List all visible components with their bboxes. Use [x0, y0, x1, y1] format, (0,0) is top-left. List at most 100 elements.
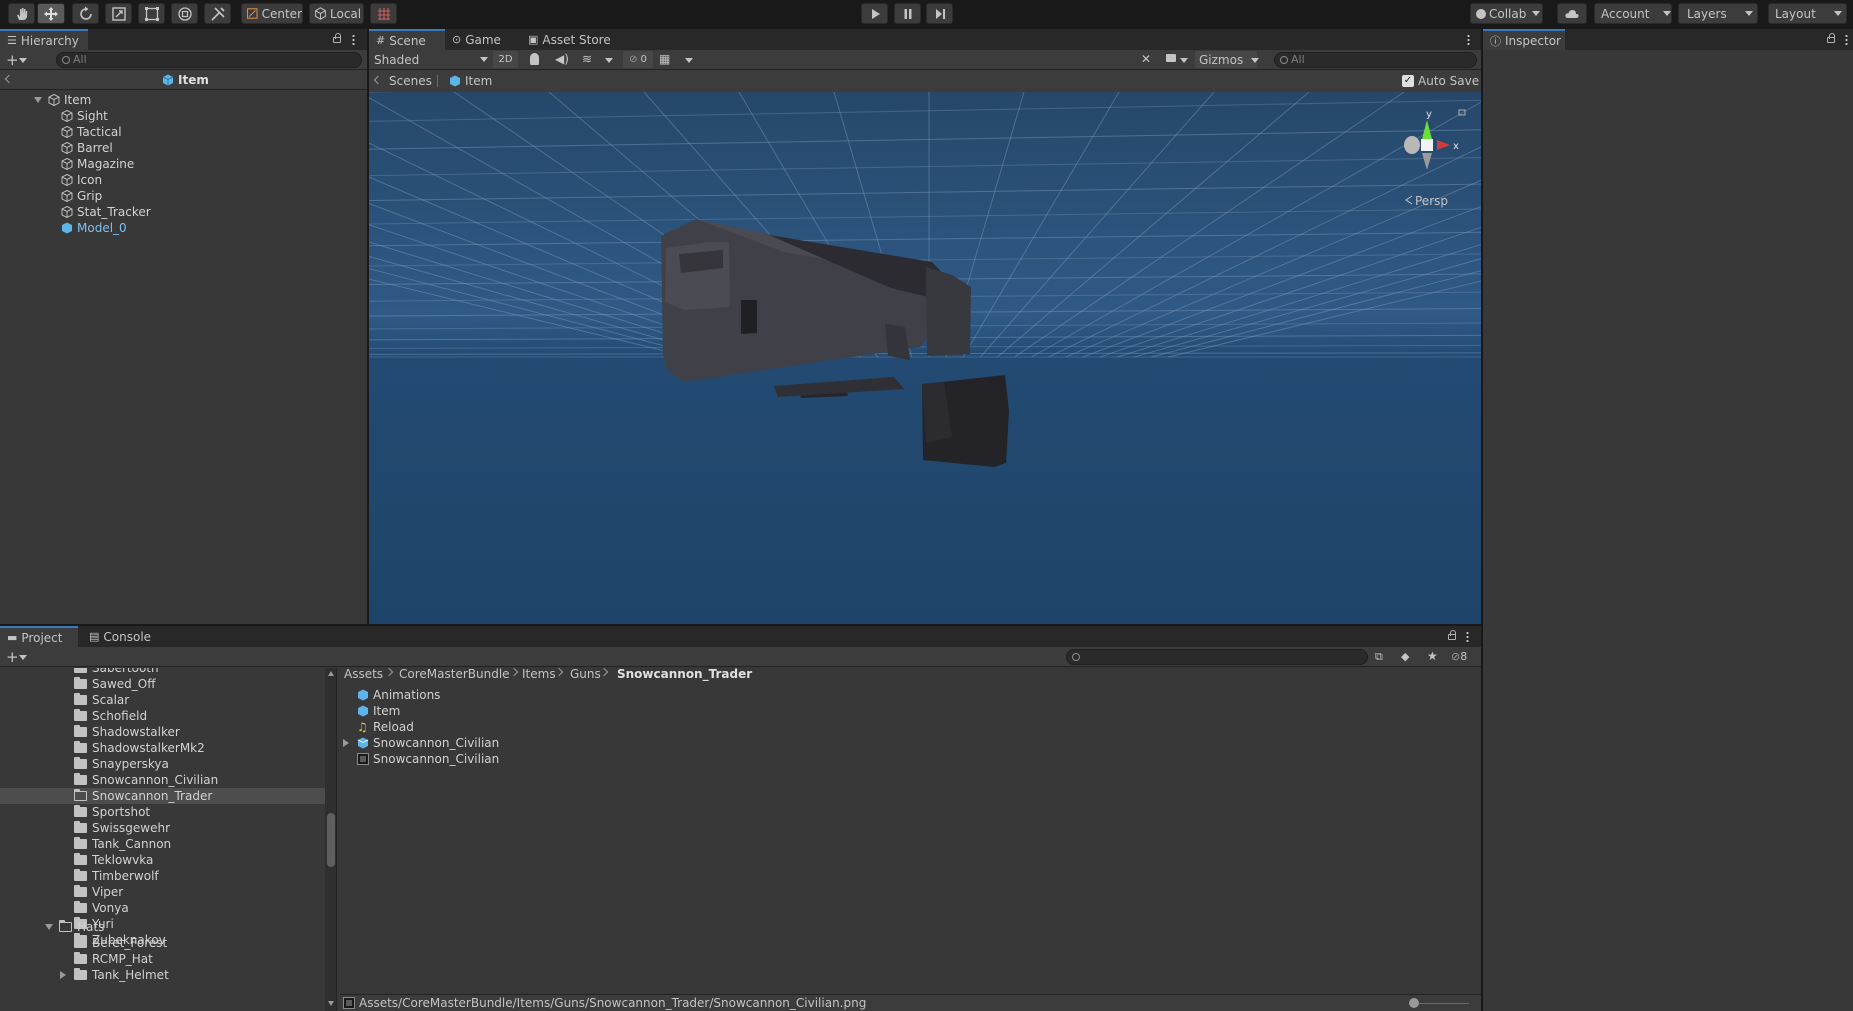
lighting-toggle-icon[interactable] — [530, 53, 539, 65]
folder-item[interactable]: Sawed_Off — [0, 676, 325, 692]
hierarchy-root-item[interactable]: Item — [34, 92, 91, 108]
add-icon[interactable]: + — [6, 51, 19, 69]
chevron-down-icon[interactable] — [605, 58, 613, 63]
rotate-tool-icon[interactable] — [72, 3, 99, 24]
hidden-objects-toggle[interactable]: ⊘ 0 — [623, 51, 653, 68]
scale-tool-icon[interactable] — [105, 3, 132, 24]
grid-snap-icon[interactable] — [370, 3, 397, 24]
tab-asset-store[interactable]: ▣ Asset Store — [521, 29, 618, 50]
tab-game[interactable]: ⊙ Game — [445, 29, 508, 50]
folder-item[interactable]: Beret_Forest — [74, 935, 167, 951]
asset-reload[interactable]: ♫ Reload — [357, 719, 414, 735]
hierarchy-item[interactable]: Icon — [61, 172, 102, 188]
camera-icon[interactable] — [1166, 54, 1176, 62]
breadcrumb-scenes[interactable]: Scenes — [389, 74, 432, 88]
panel-menu-icon[interactable] — [1467, 34, 1470, 45]
collab-dropdown[interactable]: Collab — [1470, 3, 1543, 24]
gizmos-dropdown[interactable]: Gizmos — [1195, 51, 1257, 68]
persp-label[interactable]: Persp — [1415, 194, 1448, 208]
effects-toggle-icon[interactable]: ≋ — [582, 52, 592, 66]
crumb-assets[interactable]: Assets — [344, 667, 383, 681]
chevron-down-icon[interactable] — [19, 58, 27, 63]
folder-item[interactable]: Sportshot — [0, 804, 325, 820]
folder-item[interactable]: ShadowstalkerMk2 — [0, 740, 325, 756]
hierarchy-item[interactable]: Tactical — [61, 124, 122, 140]
folder-hats[interactable]: Hats — [45, 919, 104, 935]
hand-tool-icon[interactable] — [8, 3, 35, 24]
folder-item[interactable]: Viper — [0, 884, 325, 900]
scroll-up-icon[interactable] — [328, 671, 334, 676]
tab-inspector[interactable]: ⓘ Inspector — [1483, 29, 1565, 50]
hierarchy-item[interactable]: Stat_Tracker — [61, 204, 151, 220]
fold-arrow-icon[interactable] — [34, 97, 42, 103]
move-tool-icon[interactable] — [37, 3, 65, 24]
scroll-down-icon[interactable] — [328, 1001, 334, 1006]
folder-item[interactable]: Teklowvka — [0, 852, 325, 868]
asset-snowcannon-civilian-texture[interactable]: Snowcannon_Civilian — [357, 751, 499, 767]
favorite-star-icon[interactable]: ★ — [1427, 649, 1438, 663]
folder-item[interactable]: Shadowstalker — [0, 724, 325, 740]
layout-dropdown[interactable]: Layout — [1768, 3, 1847, 24]
scene-viewport[interactable]: y x Persp — [369, 92, 1481, 624]
asset-snowcannon-civilian-model[interactable]: Snowcannon_Civilian — [343, 735, 499, 751]
crumb-items[interactable]: Items — [522, 667, 556, 681]
panel-menu-icon[interactable] — [1466, 631, 1469, 642]
folder-item[interactable]: Tank_Cannon — [0, 836, 325, 852]
chevron-down-icon[interactable] — [1180, 58, 1188, 63]
folder-item[interactable]: Snowcannon_Trader — [0, 788, 325, 804]
folder-item[interactable]: Schofield — [0, 708, 325, 724]
lock-icon[interactable] — [333, 33, 341, 43]
step-button[interactable] — [926, 3, 953, 24]
panel-menu-icon[interactable] — [352, 34, 355, 45]
expand-arrow-icon[interactable] — [343, 739, 349, 747]
rect-tool-icon[interactable] — [138, 3, 165, 24]
lock-icon[interactable] — [1827, 33, 1835, 43]
play-button[interactable] — [861, 3, 888, 24]
search-by-type-icon[interactable]: ⧉ — [1375, 650, 1383, 664]
hierarchy-item[interactable]: Sight — [61, 108, 108, 124]
folder-item[interactable]: Sabertooth — [0, 668, 325, 676]
back-arrow-icon[interactable] — [4, 74, 14, 84]
scene-search-input[interactable]: All — [1274, 52, 1477, 68]
hierarchy-item[interactable]: Model_0 — [61, 220, 127, 236]
folder-item[interactable]: Scalar — [0, 692, 325, 708]
search-by-label-icon[interactable]: ◆ — [1401, 650, 1409, 663]
back-arrow-icon[interactable] — [373, 75, 383, 85]
layers-dropdown[interactable]: Layers — [1678, 3, 1758, 24]
tools-icon[interactable]: ✕ — [1141, 52, 1151, 66]
folder-item[interactable]: Vonya — [0, 900, 325, 916]
add-icon[interactable]: + — [6, 648, 19, 666]
hidden-packages-toggle[interactable]: ⊘ 8 — [1451, 650, 1467, 663]
crumb-snowcannon-trader[interactable]: Snowcannon_Trader — [617, 667, 752, 681]
custom-tool-icon[interactable] — [204, 3, 231, 24]
hierarchy-item[interactable]: Magazine — [61, 156, 134, 172]
asset-item[interactable]: Item — [357, 703, 400, 719]
folder-item[interactable]: Snowcannon_Civilian — [0, 772, 325, 788]
folder-tree-scrollbar[interactable] — [325, 668, 336, 1011]
folder-item[interactable]: Snayperskya — [0, 756, 325, 772]
icon-size-slider-thumb[interactable] — [1409, 998, 1419, 1008]
hierarchy-search-input[interactable]: All — [56, 52, 362, 68]
folder-item[interactable]: Tank_Helmet — [60, 967, 169, 983]
account-dropdown[interactable]: Account — [1594, 3, 1672, 24]
grid-toggle-icon[interactable]: ▦ — [659, 52, 670, 66]
pause-button[interactable] — [894, 3, 921, 24]
hierarchy-item[interactable]: Grip — [61, 188, 102, 204]
tab-console[interactable]: ▤ Console — [82, 626, 158, 647]
crumb-coremasterbundle[interactable]: CoreMasterBundle — [399, 667, 510, 681]
audio-toggle-icon[interactable]: ◀) — [555, 52, 569, 66]
project-search-input[interactable] — [1066, 649, 1368, 665]
expand-arrow-icon[interactable] — [60, 971, 66, 979]
breadcrumb-item[interactable]: Item — [449, 74, 492, 88]
scrollbar-thumb[interactable] — [327, 813, 335, 867]
pivot-mode-button[interactable]: Center — [241, 3, 303, 24]
pivot-rotation-button[interactable]: Local — [309, 3, 364, 24]
panel-menu-icon[interactable] — [1845, 34, 1848, 45]
asset-animations[interactable]: Animations — [357, 687, 440, 703]
tab-scene[interactable]: # Scene — [369, 29, 445, 50]
cloud-button[interactable] — [1557, 3, 1587, 24]
folder-item[interactable]: Swissgewehr — [0, 820, 325, 836]
chevron-down-icon[interactable] — [1251, 58, 1259, 63]
folder-item[interactable]: RCMP_Hat — [74, 951, 153, 967]
chevron-down-icon[interactable] — [19, 655, 27, 660]
